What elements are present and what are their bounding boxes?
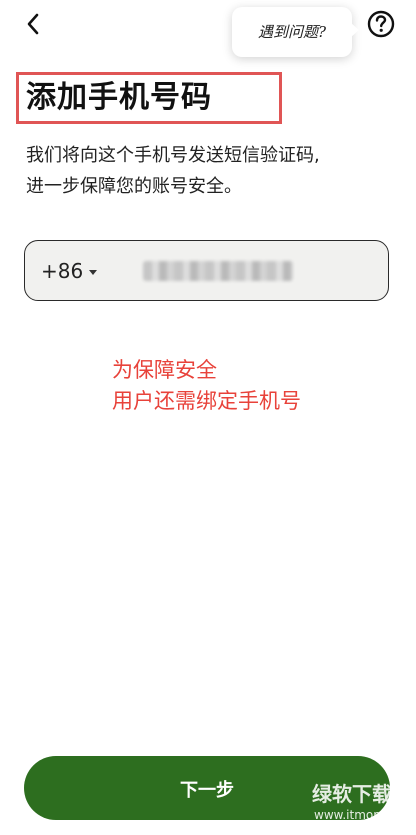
annotation-line-2: 用户还需绑定手机号 [112, 389, 301, 413]
red-annotation: 为保障安全 用户还需绑定手机号 [112, 355, 301, 417]
next-step-button[interactable]: 下一步 [24, 756, 390, 820]
phone-number-field: +86 [24, 240, 389, 301]
caret-down-icon [89, 269, 98, 275]
country-code-label: +86 [41, 259, 84, 283]
page-description: 我们将向这个手机号发送短信验证码, 进一步保障您的账号安全。 [26, 140, 396, 202]
help-tooltip-text: 遇到问题? [257, 23, 327, 41]
annotation-line-1: 为保障安全 [112, 358, 217, 382]
help-tooltip[interactable]: 遇到问题? [232, 7, 359, 57]
back-button[interactable] [20, 10, 48, 38]
help-button[interactable] [366, 9, 396, 39]
next-step-label: 下一步 [180, 780, 234, 801]
chevron-left-icon [27, 13, 39, 35]
page-title: 添加手机号码 [26, 80, 212, 115]
masked-phone-number [143, 261, 293, 281]
description-line-1: 我们将向这个手机号发送短信验证码, [26, 145, 320, 166]
question-circle-icon [367, 10, 395, 38]
country-code-selector[interactable]: +86 [41, 259, 98, 283]
description-line-2: 进一步保障您的账号安全。 [26, 176, 242, 197]
